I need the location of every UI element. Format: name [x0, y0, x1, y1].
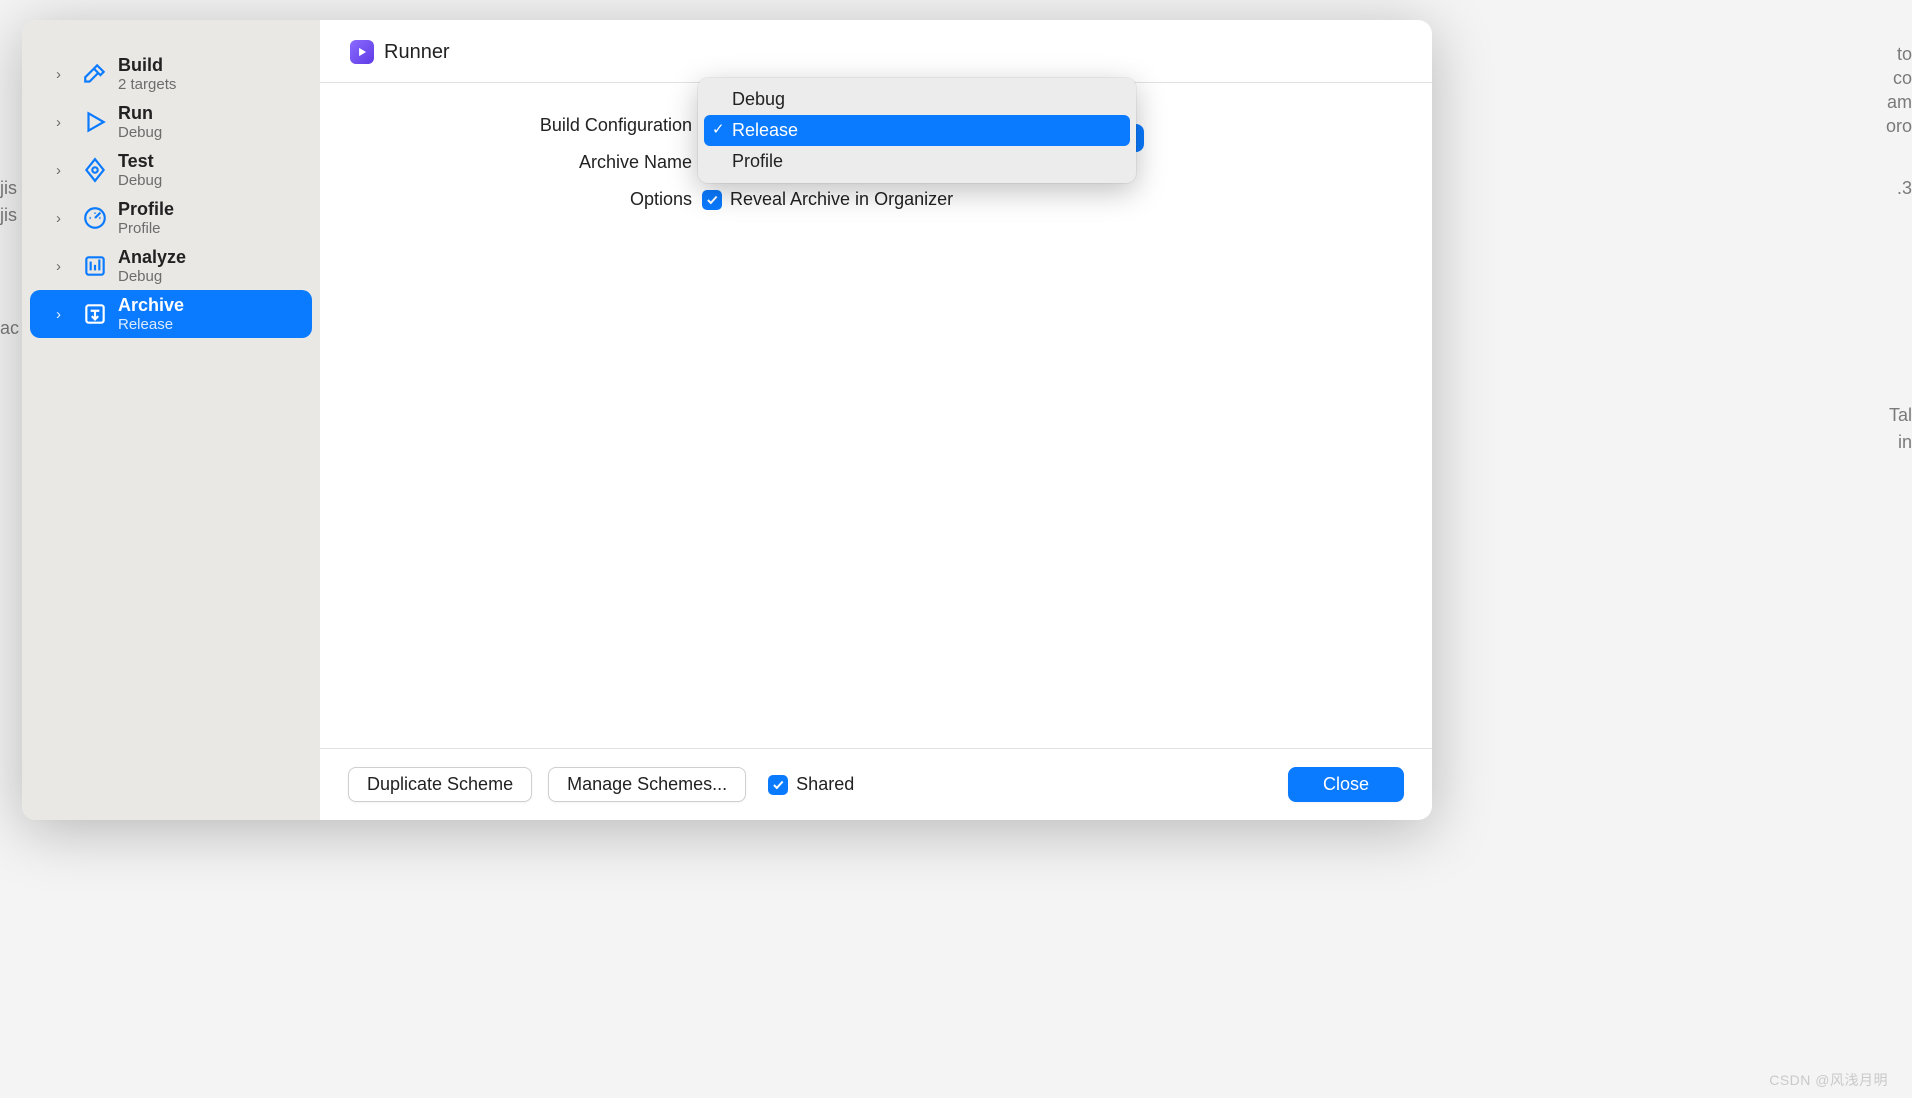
duplicate-scheme-button[interactable]: Duplicate Scheme: [348, 767, 532, 802]
chevron-right-icon: ›: [56, 66, 72, 83]
archive-icon: [82, 301, 108, 327]
sidebar-item-label: Archive: [118, 295, 184, 316]
options-label: Options: [320, 189, 702, 210]
watermark: CSDN @风浅月明: [1769, 1070, 1888, 1090]
hammer-icon: [82, 61, 108, 87]
bg-text: ac: [0, 318, 19, 339]
chevron-right-icon: ›: [56, 162, 72, 179]
runner-app-icon: [350, 40, 374, 64]
sidebar-item-sub: Profile: [118, 220, 174, 237]
bg-text: oro: [1886, 116, 1912, 137]
bg-text: .3: [1897, 178, 1912, 199]
gauge-icon: [82, 205, 108, 231]
chevron-right-icon: ›: [56, 258, 72, 275]
archive-form: Build Configuration Archive Name Options…: [320, 83, 1432, 226]
sidebar-item-sub: Debug: [118, 172, 162, 189]
manage-schemes-button[interactable]: Manage Schemes...: [548, 767, 746, 802]
shared-label: Shared: [796, 774, 854, 795]
close-button[interactable]: Close: [1288, 767, 1404, 802]
sidebar-item-sub: 2 targets: [118, 76, 176, 93]
wrench-icon: [82, 157, 108, 183]
sidebar-item-label: Test: [118, 151, 162, 172]
build-config-menu: Debug Release Profile: [698, 78, 1136, 183]
archive-name-label: Archive Name: [320, 152, 702, 173]
scheme-title: Runner: [384, 41, 450, 64]
config-option-release[interactable]: Release: [704, 115, 1130, 146]
sidebar-item-analyze[interactable]: › Analyze Debug: [22, 242, 320, 290]
bg-text: to: [1897, 44, 1912, 65]
bg-text: co: [1893, 68, 1912, 89]
analyze-icon: [82, 253, 108, 279]
sidebar-item-profile[interactable]: › Profile Profile: [22, 194, 320, 242]
config-option-debug[interactable]: Debug: [704, 84, 1130, 115]
chevron-right-icon: ›: [56, 114, 72, 131]
bg-text: am: [1887, 92, 1912, 113]
sidebar-item-label: Analyze: [118, 247, 186, 268]
sidebar-item-sub: Debug: [118, 268, 186, 285]
bg-text: jis: [0, 178, 17, 199]
chevron-right-icon: ›: [56, 210, 72, 227]
build-config-label: Build Configuration: [320, 115, 702, 136]
sidebar-item-label: Build: [118, 55, 176, 76]
sidebar-item-sub: Release: [118, 316, 184, 333]
chevron-right-icon: ›: [56, 306, 72, 323]
reveal-archive-label: Reveal Archive in Organizer: [730, 189, 953, 210]
reveal-archive-checkbox[interactable]: [702, 190, 722, 210]
bg-text: in: [1898, 432, 1912, 453]
main-header: Runner: [320, 20, 1432, 83]
sidebar-item-sub: Debug: [118, 124, 162, 141]
sidebar-item-test[interactable]: › Test Debug: [22, 146, 320, 194]
play-icon: [82, 109, 108, 135]
sidebar-item-label: Run: [118, 103, 162, 124]
scheme-editor-sheet: › Build 2 targets › Run Debug ›: [22, 20, 1432, 820]
bg-text: jis: [0, 205, 17, 226]
sidebar-item-label: Profile: [118, 199, 174, 220]
config-option-profile[interactable]: Profile: [704, 146, 1130, 177]
sidebar: › Build 2 targets › Run Debug ›: [22, 20, 320, 820]
sidebar-item-archive[interactable]: › Archive Release: [30, 290, 312, 338]
sidebar-item-build[interactable]: › Build 2 targets: [22, 50, 320, 98]
sheet-footer: Duplicate Scheme Manage Schemes... Share…: [320, 748, 1432, 820]
shared-checkbox[interactable]: [768, 775, 788, 795]
sidebar-item-run[interactable]: › Run Debug: [22, 98, 320, 146]
bg-text: Tal: [1889, 405, 1912, 426]
main-panel: Runner Build Configuration Archive Name …: [320, 20, 1432, 820]
